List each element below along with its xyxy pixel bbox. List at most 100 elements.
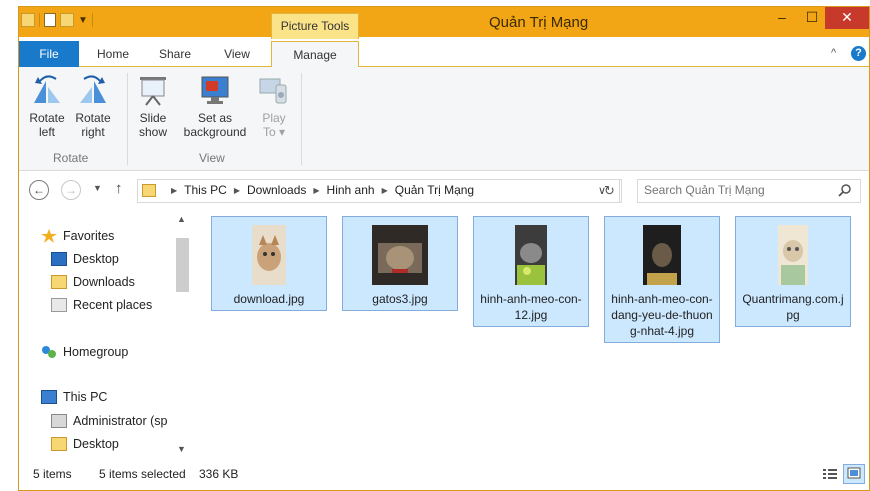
tab-manage[interactable]: Manage: [271, 41, 359, 68]
ribbon-panel: Rotate left Rotate right Rotate Slide sh…: [19, 67, 869, 171]
minimize-button[interactable]: –: [767, 7, 797, 29]
nav-recent-places-label: Recent places: [73, 298, 153, 312]
nav-favorites[interactable]: Favorites: [41, 229, 114, 243]
breadcrumb-hinh-anh[interactable]: Hinh anh: [327, 183, 375, 197]
search-box[interactable]: [637, 179, 861, 203]
nav-this-pc-label: This PC: [63, 390, 108, 404]
status-bar: 5 items 5 items selected 336 KB: [19, 459, 869, 489]
rotate-left-icon: [30, 73, 64, 107]
file-item[interactable]: hinh-anh-meo-con-12.jpg: [473, 216, 589, 327]
file-item[interactable]: download.jpg: [211, 216, 327, 311]
file-name: hinh-anh-meo-con-dang-yeu-de-thuong-nhat…: [611, 292, 713, 338]
scroll-down-icon[interactable]: ▼: [177, 444, 186, 454]
chevron-right-icon[interactable]: ▶: [171, 186, 177, 195]
recent-places-icon: [51, 298, 67, 312]
item-count: 5 items: [33, 467, 72, 481]
separator: [91, 13, 93, 27]
rotate-left-label-1: Rotate: [29, 111, 65, 125]
star-icon: [41, 229, 57, 243]
address-bar[interactable]: ▶ This PC ▶ Downloads ▶ Hinh anh ▶ Quản …: [137, 179, 620, 203]
recent-locations-dropdown-icon[interactable]: ▼: [93, 183, 102, 193]
view-group-label: View: [199, 151, 225, 165]
customize-qat-dropdown-icon[interactable]: ▼: [78, 15, 88, 26]
rotate-left-label-2: left: [38, 125, 55, 139]
chevron-right-icon[interactable]: ▶: [313, 186, 319, 195]
tab-view[interactable]: View: [209, 41, 265, 67]
breadcrumb-downloads[interactable]: Downloads: [247, 183, 306, 197]
breadcrumb: ▶ This PC ▶ Downloads ▶ Hinh anh ▶ Quản …: [142, 183, 474, 197]
nav-downloads[interactable]: Downloads: [51, 275, 135, 289]
rotate-right-button[interactable]: Rotate right: [73, 73, 113, 139]
group-separator: [301, 73, 302, 165]
nav-homegroup[interactable]: Homegroup: [41, 345, 128, 359]
chevron-right-icon[interactable]: ▶: [382, 186, 388, 195]
tab-home[interactable]: Home: [85, 41, 141, 67]
file-item[interactable]: gatos3.jpg: [342, 216, 458, 311]
slide-show-label-2: show: [138, 125, 167, 139]
up-button[interactable]: ↑: [115, 180, 123, 197]
set-as-background-label-2: background: [183, 125, 247, 139]
nav-desktop-2[interactable]: Desktop: [51, 437, 119, 451]
file-item[interactable]: Quantrimang.com.jpg: [735, 216, 851, 327]
nav-desktop-2-label: Desktop: [73, 437, 119, 451]
navigation-pane: Favorites Desktop Downloads Recent place…: [19, 208, 191, 456]
separator: [39, 13, 40, 27]
ribbon-tabs: File Home Share View Manage ^ ?: [19, 41, 869, 68]
folder-icon[interactable]: [21, 13, 35, 27]
nav-homegroup-label: Homegroup: [63, 345, 129, 359]
properties-icon[interactable]: [44, 13, 56, 27]
scroll-up-icon[interactable]: ▲: [177, 214, 186, 224]
slide-show-button[interactable]: Slide show: [133, 73, 173, 139]
nav-desktop[interactable]: Desktop: [51, 252, 119, 266]
new-folder-icon[interactable]: [60, 13, 74, 27]
navigation-bar: ← → ▼ ↑ ▶ This PC ▶ Downloads ▶ Hinh anh…: [19, 172, 869, 208]
play-to-button[interactable]: Play To ▾: [257, 73, 291, 139]
search-input[interactable]: [644, 183, 824, 197]
maximize-button[interactable]: ☐: [797, 7, 827, 29]
file-name: download.jpg: [233, 292, 305, 306]
slide-show-icon: [136, 73, 170, 107]
rotate-left-button[interactable]: Rotate left: [27, 73, 67, 139]
breadcrumb-this-pc[interactable]: This PC: [184, 183, 227, 197]
play-to-icon: [257, 73, 291, 107]
rotate-right-icon: [76, 73, 110, 107]
nav-administrator[interactable]: Administrator (sp: [51, 414, 167, 428]
set-as-background-label-1: Set as: [197, 111, 233, 125]
downloads-icon: [51, 275, 67, 289]
minimize-ribbon-icon[interactable]: ^: [831, 47, 836, 59]
refresh-button[interactable]: ↻: [598, 179, 622, 203]
explorer-window: ▼ Picture Tools Quản Trị Mạng – ☐ ✕ File…: [18, 6, 870, 491]
breadcrumb-current[interactable]: Quản Trị Mạng: [395, 183, 474, 197]
nav-pane-scrollbar[interactable]: ▲ ▼: [174, 208, 191, 456]
nav-favorites-label: Favorites: [63, 229, 115, 243]
file-item[interactable]: hinh-anh-meo-con-dang-yeu-de-thuong-nhat…: [604, 216, 720, 343]
file-name: Quantrimang.com.jpg: [742, 292, 844, 322]
title-bar[interactable]: ▼ Picture Tools Quản Trị Mạng – ☐ ✕: [19, 7, 869, 39]
nav-recent-places[interactable]: Recent places: [51, 298, 152, 312]
rotate-group-label: Rotate: [53, 151, 89, 165]
window-title: Quản Trị Mạng: [489, 14, 589, 31]
homegroup-icon: [41, 345, 57, 359]
set-as-background-button[interactable]: Set as background: [177, 73, 253, 139]
file-name: hinh-anh-meo-con-12.jpg: [480, 292, 582, 322]
nav-downloads-label: Downloads: [73, 275, 135, 289]
large-icons-view-icon[interactable]: [843, 464, 865, 484]
desktop-icon: [51, 252, 67, 266]
play-to-label-1: Play: [262, 111, 286, 125]
nav-this-pc[interactable]: This PC: [41, 390, 107, 404]
selection-count: 5 items selected: [99, 467, 186, 481]
file-thumbnail: [372, 225, 428, 285]
details-view-icon[interactable]: [819, 464, 841, 484]
chevron-right-icon[interactable]: ▶: [234, 186, 240, 195]
help-icon[interactable]: ?: [851, 46, 866, 61]
tab-share[interactable]: Share: [147, 41, 203, 67]
back-button[interactable]: ←: [29, 180, 49, 200]
scroll-thumb[interactable]: [176, 238, 189, 292]
forward-button[interactable]: →: [61, 180, 81, 200]
tab-file[interactable]: File: [19, 41, 79, 67]
picture-tools-label: Picture Tools: [271, 13, 359, 39]
quick-access-toolbar: ▼: [21, 13, 93, 27]
selection-size: 336 KB: [199, 467, 239, 481]
close-button[interactable]: ✕: [825, 7, 869, 29]
search-icon[interactable]: [838, 183, 852, 197]
